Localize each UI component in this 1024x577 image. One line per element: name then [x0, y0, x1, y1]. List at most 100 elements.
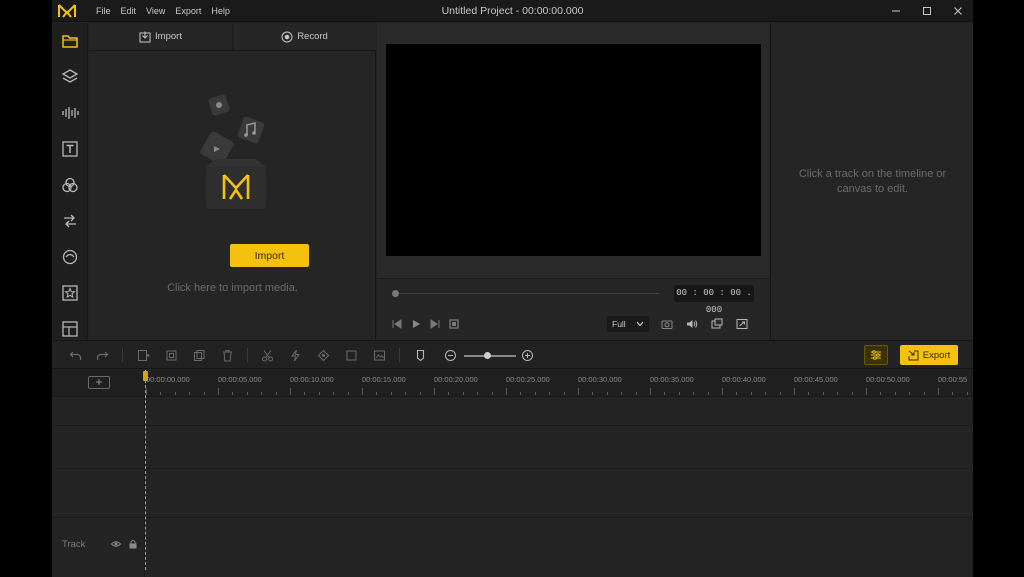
ruler-tick	[894, 392, 896, 395]
copy-icon[interactable]	[192, 348, 206, 362]
time-ruler[interactable]: 00:00:00.000 00:00:05.000 00:00:10.000 00:0…	[145, 370, 973, 397]
ruler-tick	[362, 388, 363, 395]
prev-frame-icon[interactable]	[390, 318, 404, 330]
timeline-lane[interactable]	[52, 469, 973, 518]
ruler-label: 00:00:55	[938, 375, 968, 384]
minimize-icon[interactable]	[880, 0, 911, 22]
ruler-tick	[333, 392, 335, 395]
ruler-tick	[563, 392, 565, 395]
ruler-tick	[462, 392, 464, 395]
ruler-tick	[938, 388, 939, 395]
export-button[interactable]: Export	[900, 345, 958, 365]
scrub-bar[interactable]	[394, 293, 659, 294]
timeline-lane[interactable]	[52, 518, 973, 577]
delete-icon[interactable]	[220, 348, 234, 362]
ruler-label: 00:00:40.000	[722, 375, 766, 384]
mosaic-icon[interactable]	[372, 348, 386, 362]
quality-value: Full	[612, 319, 626, 329]
ruler-label: 00:00:20.000	[434, 375, 478, 384]
ruler-tick	[822, 392, 824, 395]
toolbar-divider	[247, 348, 248, 362]
ruler-tick	[160, 392, 162, 395]
marker-icon[interactable]	[413, 348, 427, 362]
menu-export[interactable]: Export	[170, 0, 206, 22]
ruler-tick	[434, 388, 435, 395]
playhead-handle[interactable]	[143, 371, 148, 381]
elements-icon[interactable]	[61, 284, 79, 302]
properties-panel: Click a track on the timeline or canvas …	[770, 23, 973, 339]
cut-icon[interactable]	[260, 348, 274, 362]
ruler-label: 00:00:10.000	[290, 375, 334, 384]
pip-icon[interactable]	[710, 318, 724, 330]
ruler-label: 00:00:05.000	[218, 375, 262, 384]
ruler-label: 00:00:25.000	[506, 375, 550, 384]
ruler-label: 00:00:00.000	[146, 375, 190, 384]
maximize-icon[interactable]	[911, 0, 942, 22]
timeline-lane[interactable]	[52, 426, 973, 469]
import-hint[interactable]: Click here to import media.	[89, 282, 376, 294]
import-icon	[139, 31, 151, 42]
import-button[interactable]: Import	[230, 244, 309, 267]
crop-icon[interactable]	[164, 348, 178, 362]
undo-icon[interactable]	[68, 348, 82, 362]
ruler-label: 00:00:30.000	[578, 375, 622, 384]
ruler-tick	[722, 388, 723, 395]
playhead[interactable]	[145, 370, 146, 570]
zoom-in-icon[interactable]	[520, 348, 534, 362]
timeline-lane[interactable]	[52, 397, 973, 426]
menu-help[interactable]: Help	[206, 0, 235, 22]
freeze-frame-icon[interactable]	[344, 348, 358, 362]
media-panel: Import Record Import Click here to impor…	[89, 23, 376, 339]
next-frame-icon[interactable]	[428, 318, 442, 330]
layout-icon[interactable]	[61, 320, 79, 338]
text-icon[interactable]	[61, 140, 79, 158]
eye-icon[interactable]	[111, 539, 121, 549]
lock-icon[interactable]	[129, 539, 137, 549]
layers-icon[interactable]	[61, 68, 79, 86]
ruler-tick	[952, 392, 954, 395]
quality-select[interactable]: Full	[607, 316, 649, 332]
ruler-label: 00:00:15.000	[362, 375, 406, 384]
ruler-tick	[693, 392, 695, 395]
speed-icon[interactable]	[288, 348, 302, 362]
audio-wave-icon[interactable]	[61, 104, 79, 122]
stop-icon[interactable]	[447, 318, 461, 330]
close-icon[interactable]	[942, 0, 973, 22]
transitions-icon[interactable]	[61, 212, 79, 230]
side-rail	[52, 23, 88, 339]
play-icon[interactable]	[409, 318, 423, 330]
ruler-tick	[290, 388, 291, 395]
ruler-label: 00:00:50.000	[866, 375, 910, 384]
redo-icon[interactable]	[95, 348, 109, 362]
preview-panel: 00 : 00 : 00 . 000 Full	[377, 23, 769, 339]
ruler-tick	[275, 392, 277, 395]
ruler-tick	[232, 392, 234, 395]
keyframe-icon[interactable]	[316, 348, 330, 362]
properties-hint: Click a track on the timeline or canvas …	[798, 168, 947, 195]
menu-view[interactable]: View	[141, 0, 170, 22]
filters-icon[interactable]	[61, 176, 79, 194]
folder-icon[interactable]	[61, 32, 79, 50]
ruler-tick	[837, 392, 839, 395]
settings-button[interactable]	[864, 345, 888, 365]
ruler-tick	[707, 392, 709, 395]
volume-icon[interactable]	[685, 318, 699, 330]
fullscreen-icon[interactable]	[735, 318, 749, 330]
menu-file[interactable]: File	[91, 0, 116, 22]
split-icon[interactable]	[136, 348, 150, 362]
ruler-tick	[966, 392, 968, 395]
preview-canvas[interactable]	[386, 44, 761, 256]
snapshot-icon[interactable]	[660, 318, 674, 330]
scrub-handle[interactable]	[392, 290, 399, 297]
export-label: Export	[922, 349, 951, 361]
tab-record[interactable]: Record	[233, 23, 376, 50]
ruler-tick	[592, 392, 594, 395]
zoom-slider-handle[interactable]	[483, 352, 491, 359]
tab-import[interactable]: Import	[89, 23, 233, 50]
add-track-button[interactable]: +	[88, 376, 110, 389]
timeline-header: + 00:00:00.000 00:00:05.000 00:00:10.000 00…	[52, 370, 973, 397]
zoom-out-icon[interactable]	[443, 348, 457, 362]
menu-edit[interactable]: Edit	[116, 0, 142, 22]
sticker-icon[interactable]	[61, 248, 79, 266]
ruler-tick	[650, 388, 651, 395]
